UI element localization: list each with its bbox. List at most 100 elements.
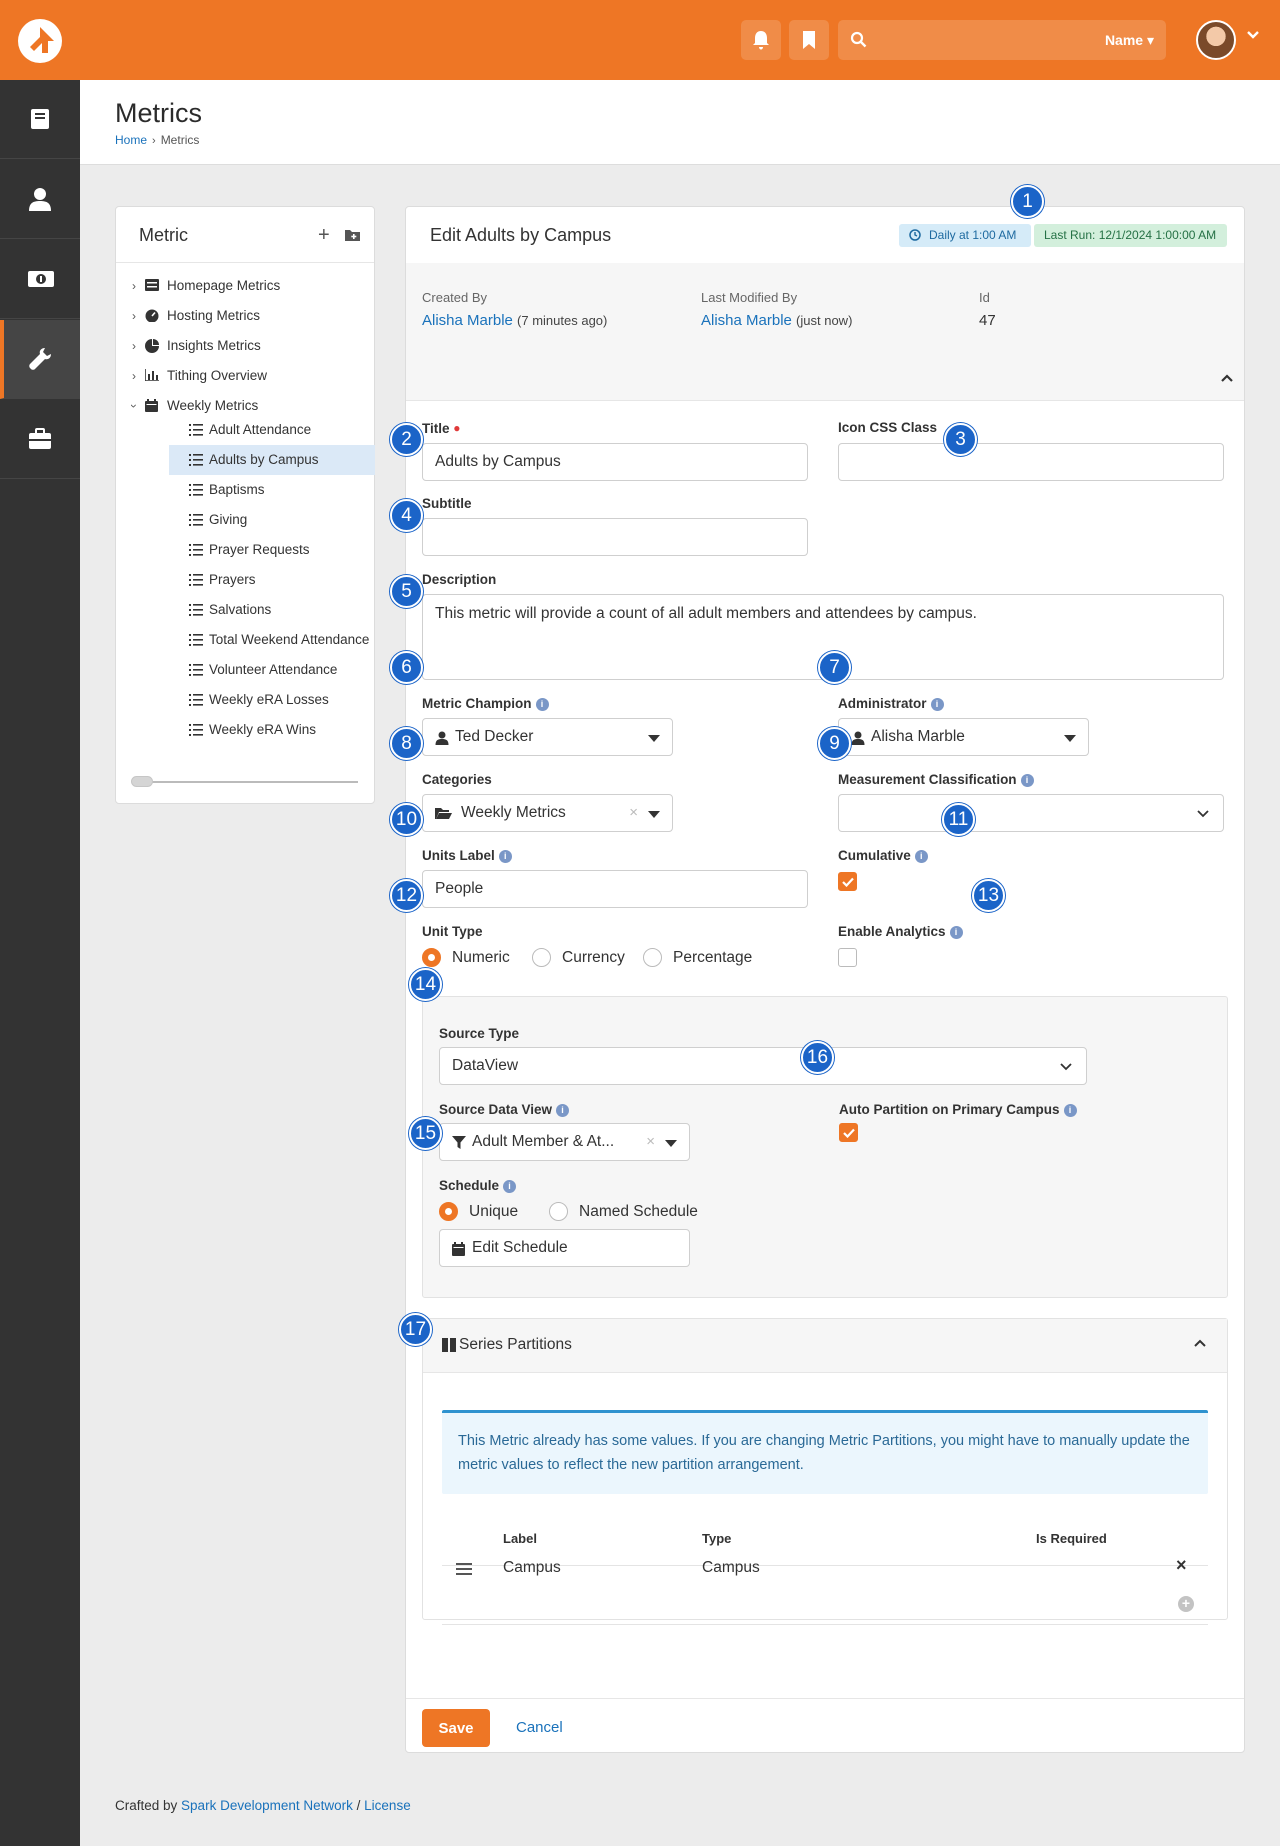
unit-type-radio-currency[interactable] [532, 948, 551, 967]
info-icon: i [556, 1103, 570, 1117]
tree-category[interactable]: › Insights Metrics [127, 331, 367, 361]
tree-leaf-item[interactable]: Giving [169, 505, 375, 535]
measurement-select[interactable] [838, 794, 1224, 832]
measurement-label: Measurement Classification i [838, 772, 1034, 787]
champion-picker[interactable]: Ted Decker [422, 718, 673, 756]
chevron-right-icon[interactable]: › [127, 271, 141, 301]
callout-badge-2: 2 [390, 423, 423, 456]
tree-leaf-item[interactable]: Weekly eRA Losses [169, 685, 375, 715]
unit-type-label: Unit Type [422, 924, 483, 939]
chevron-right-icon[interactable]: › [127, 331, 141, 361]
schedule-radio-named[interactable] [549, 1202, 568, 1221]
administrator-label: Administrator i [838, 696, 944, 711]
chevron-down-icon [1060, 1063, 1072, 1071]
add-partition-icon[interactable]: + [1178, 1596, 1194, 1612]
bookmark-icon[interactable] [789, 20, 829, 60]
sidebar-item-tools[interactable] [0, 320, 80, 399]
footer-license-link[interactable]: License [364, 1798, 411, 1813]
tree-leaf-item[interactable]: Prayers [169, 565, 375, 595]
subtitle-input[interactable] [422, 518, 808, 556]
categories-picker[interactable]: Weekly Metrics × [422, 794, 673, 832]
metric-tree-panel: Metric + › Homepage Metrics › Hosting Me… [115, 206, 375, 804]
info-icon: i [914, 849, 928, 863]
cumulative-checkbox[interactable] [838, 872, 857, 891]
tree-title: Metric [139, 225, 188, 245]
cumulative-label: Cumulative i [838, 848, 928, 863]
data-view-picker[interactable]: Adult Member & At... × [439, 1123, 690, 1161]
tree-leaf-item[interactable]: Baptisms [169, 475, 375, 505]
title-input[interactable]: Adults by Campus [422, 443, 808, 481]
tree-scroll-track [133, 781, 358, 783]
callout-badge-4: 4 [390, 499, 423, 532]
add-icon[interactable]: + [318, 224, 330, 247]
sidebar-item-admin[interactable] [0, 400, 80, 479]
units-input[interactable]: People [422, 870, 808, 908]
unit-type-radio-percentage[interactable] [643, 948, 662, 967]
chevron-down-icon [1197, 810, 1209, 818]
search-input[interactable] [876, 26, 1066, 54]
sidebar-item-content[interactable] [0, 80, 80, 159]
tree-leaf-item[interactable]: Volunteer Attendance [169, 655, 375, 685]
audit-info: Created By Alisha Marble (7 minutes ago)… [406, 263, 1244, 401]
source-type-select[interactable]: DataView [439, 1047, 1087, 1085]
partition-row-label: Campus [503, 1559, 561, 1576]
add-folder-icon[interactable] [345, 229, 360, 241]
tree-category-label: Hosting Metrics [167, 308, 261, 323]
tree-scroll-handle[interactable] [131, 776, 153, 787]
rock-logo-icon[interactable] [18, 19, 62, 63]
tree-leaf-item[interactable]: Total Weekend Attendance [169, 625, 375, 655]
info-icon: i [1063, 1103, 1077, 1117]
chevron-right-icon[interactable]: › [127, 361, 141, 391]
drag-handle-icon[interactable] [456, 1563, 472, 1575]
description-label: Description [422, 572, 497, 587]
unit-type-radio-numeric[interactable] [422, 948, 441, 967]
footer-spark-link[interactable]: Spark Development Network [181, 1798, 353, 1813]
info-icon: i [535, 697, 549, 711]
sidebar-item-finance[interactable] [0, 240, 80, 319]
chevron-right-icon[interactable]: › [127, 301, 141, 331]
sidebar-item-people[interactable] [0, 160, 80, 239]
chevron-down-icon[interactable] [1246, 30, 1260, 40]
callout-badge-3: 3 [944, 423, 977, 456]
clear-icon[interactable]: × [646, 1124, 655, 1160]
cancel-button[interactable]: Cancel [516, 1719, 563, 1736]
partition-row-type: Campus [702, 1559, 760, 1576]
tree-category[interactable]: › Homepage Metrics [127, 271, 367, 301]
created-by-link[interactable]: Alisha Marble [422, 312, 513, 329]
save-button[interactable]: Save [422, 1709, 490, 1747]
breadcrumb-home[interactable]: Home [115, 133, 147, 147]
tree-leaf-label: Prayers [209, 572, 256, 587]
clear-icon[interactable]: × [629, 795, 638, 831]
auto-partition-checkbox[interactable] [839, 1123, 858, 1142]
delete-icon[interactable]: × [1176, 1555, 1187, 1576]
title-label: Title ● [422, 421, 461, 436]
chevron-up-icon[interactable] [1220, 373, 1234, 383]
modified-by-link[interactable]: Alisha Marble [701, 312, 792, 329]
tree-category[interactable]: › Tithing Overview [127, 361, 367, 391]
notification-bell-icon[interactable] [741, 20, 781, 60]
series-header[interactable]: Series Partitions [423, 1319, 1227, 1373]
tree-leaf-item[interactable]: Salvations [169, 595, 375, 625]
schedule-badge: Daily at 1:00 AM [899, 224, 1031, 247]
edit-schedule-button[interactable]: Edit Schedule [439, 1229, 690, 1267]
caret-down-icon [648, 811, 660, 818]
tree-category-label: Tithing Overview [167, 368, 268, 383]
tree-leaf-item[interactable]: Weekly eRA Wins [169, 715, 375, 745]
tree-category[interactable]: › Hosting Metrics [127, 301, 367, 331]
icon-css-input[interactable] [838, 443, 1224, 481]
chevron-up-icon[interactable] [1193, 1338, 1207, 1348]
analytics-checkbox[interactable] [838, 948, 857, 967]
person-icon [435, 731, 449, 745]
tree-leaf-label: Salvations [209, 602, 272, 617]
user-avatar[interactable] [1196, 20, 1236, 60]
tree-leaf-item[interactable]: Adult Attendance [169, 415, 375, 445]
caret-down-icon [665, 1140, 677, 1147]
panel-title: Edit Adults by Campus [430, 225, 612, 245]
top-bar: Name ▾ [0, 0, 1280, 80]
search-type-dropdown[interactable]: Name ▾ [1105, 32, 1154, 49]
tree-leaf-item[interactable]: Adults by Campus [169, 445, 375, 475]
tree-header: Metric + [116, 207, 374, 263]
administrator-picker[interactable]: Alisha Marble [838, 718, 1089, 756]
tree-leaf-item[interactable]: Prayer Requests [169, 535, 375, 565]
schedule-radio-unique[interactable] [439, 1202, 458, 1221]
